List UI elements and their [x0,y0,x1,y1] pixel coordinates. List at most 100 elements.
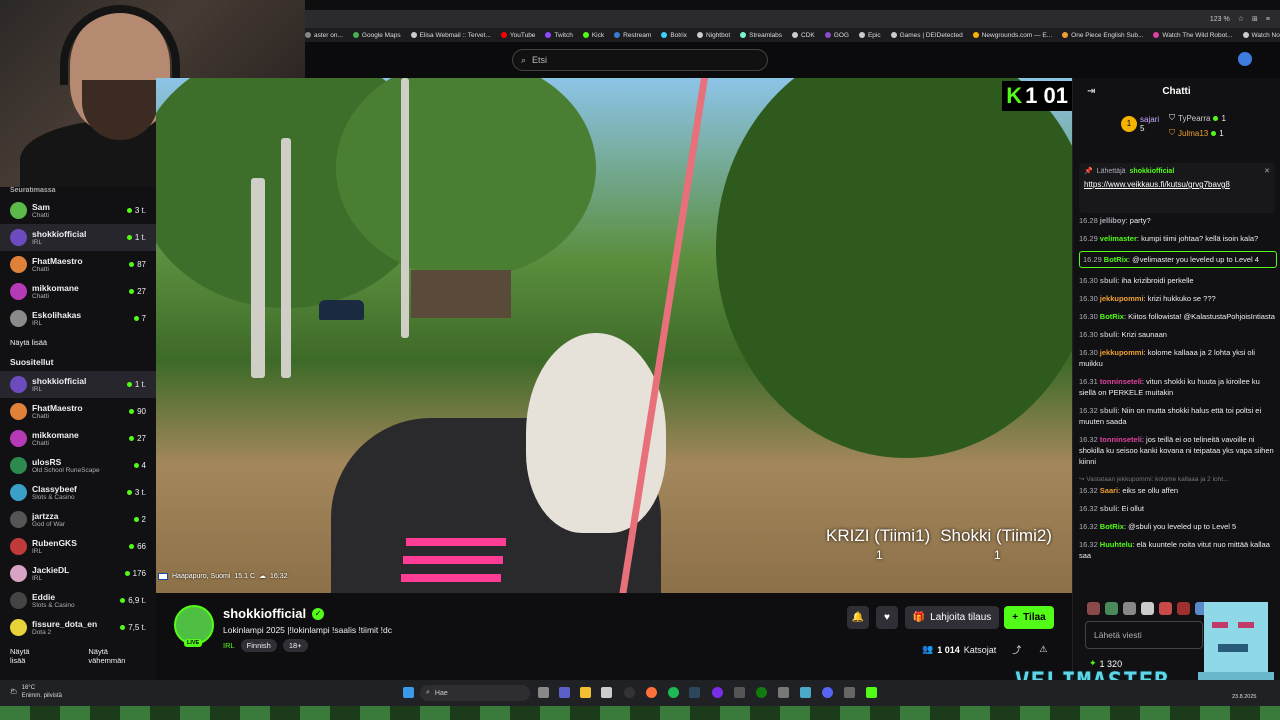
show-more-following[interactable]: Näytä lisää [0,332,156,353]
pinned-user[interactable]: shokkiofficial [1130,168,1175,175]
message-user[interactable]: jekkupommi [1100,348,1144,357]
gift-sub-button[interactable]: 🎁 Lahjoita tilaus [905,606,999,629]
sidebar-channel-item[interactable]: Eskolihakas IRL 7 [0,305,156,332]
chat-message[interactable]: 16.30 sbuli: iha krizibroidi perkelle [1079,275,1277,286]
app-icon[interactable] [712,687,723,698]
sidebar-channel-item[interactable]: jartzza God of War 2 [0,506,156,533]
spotify-icon[interactable] [668,687,679,698]
windows-start-icon[interactable] [403,687,414,698]
sidebar-channel-item[interactable]: FhatMaestro Chatti 90 [0,398,156,425]
chat-message[interactable]: 16.30 BotRix: Kiitos followista! @Kalastu… [1079,311,1277,322]
sidebar-channel-item[interactable]: shokkiofficial IRL 1 t. [0,224,156,251]
app-icon[interactable] [800,687,811,698]
bookmark-item[interactable]: Kick [582,32,604,39]
message-user[interactable]: tonninseteli [1100,435,1142,444]
obs-icon[interactable] [624,687,635,698]
sidebar-channel-item[interactable]: mikkomane Chatti 27 [0,425,156,452]
streamer-name[interactable]: shokkiofficial ✓ [223,606,325,621]
bookmark-item[interactable]: YouTube [500,32,535,39]
steam-icon[interactable] [689,687,700,698]
teams-icon[interactable] [559,687,570,698]
store-icon[interactable] [601,687,612,698]
sidebar-channel-item[interactable]: Eddie Slots & Casino 6,9 t. [0,587,156,614]
bookmark-item[interactable]: Epic [858,32,881,39]
chat-message[interactable]: 16.29 velimaster: kumpi tiimi johtaa? kel… [1079,233,1277,244]
chat-message[interactable]: 16.28 jelliboy: party? [1079,215,1277,226]
message-user[interactable]: sbuli [1100,330,1118,339]
message-user[interactable]: jelliboy [1100,216,1126,225]
share-icon[interactable]: ⤴ [1012,643,1021,656]
message-user[interactable]: sbuli [1100,406,1118,415]
leaderboard-item[interactable]: 1 sajari 5 [1121,115,1159,133]
bookmark-item[interactable]: GOG [824,32,849,39]
bookmark-item[interactable]: One Piece English Sub... [1062,32,1143,39]
message-user[interactable]: Saari [1100,486,1118,495]
show-less-button[interactable]: Näytä vähemmän [78,641,156,671]
collapse-chat-icon[interactable]: ⇥ [1087,86,1095,97]
bookmark-item[interactable]: Elisa Webmail :: Tervet... [410,32,491,39]
notification-button[interactable]: 🔔 [847,606,869,629]
explorer-icon[interactable] [580,687,591,698]
video-player[interactable]: K 1 01 KRIZI (Tiimi1) Shokki (Tiimi2) 1 … [156,78,1072,593]
chat-message[interactable]: 16.29 BotRix: @velimaster you leveled up … [1079,251,1277,268]
sidebar-channel-item[interactable]: JackieDL IRL 176 [0,560,156,587]
chat-message[interactable]: 16.32 tonninseteli: jos teillä ei oo teli… [1079,434,1277,467]
extensions-icon[interactable]: ⊞ [1252,15,1258,23]
message-user[interactable]: velimaster [1100,234,1137,243]
message-user[interactable]: tonninseteli [1100,377,1142,386]
menu-icon[interactable]: ≡ [1266,16,1270,23]
emote-icon[interactable] [1087,602,1100,615]
search-input[interactable]: ⌕ Etsi [512,49,768,71]
sidebar-channel-item[interactable]: RubenGKS IRL 66 [0,533,156,560]
bookmark-item[interactable]: Google Maps [352,32,401,39]
bookmark-item[interactable]: Watch The Wild Robot... [1153,32,1233,39]
message-user[interactable]: BotRix [1100,522,1124,531]
message-user[interactable]: BotRix [1104,255,1128,264]
message-user[interactable]: sbuli [1100,276,1118,285]
sidebar-channel-item[interactable]: FhatMaestro Chatti 87 [0,251,156,278]
pinned-link[interactable]: https://www.veikkaus.fi/kutsu/grvg7bavg8 [1084,179,1270,191]
chat-message[interactable]: 16.32 Saari: eiks se ollu affen [1079,485,1277,496]
emote-icon[interactable] [1159,602,1172,615]
chat-input[interactable]: Lähetä viesti [1085,621,1203,649]
sidebar-channel-item[interactable]: fissure_dota_en Dota 2 7,5 t. [0,614,156,641]
sidebar-channel-item[interactable]: mikkomane Chatti 27 [0,278,156,305]
bookmark-item[interactable]: CDK [792,32,815,39]
message-user[interactable]: jekkupommi [1100,294,1144,303]
tag-mature[interactable]: 18+ [282,639,308,652]
user-avatar[interactable] [1238,52,1252,66]
emote-icon[interactable] [1177,602,1190,615]
bookmark-item[interactable]: Newgrounds.com — E... [972,32,1052,39]
taskbar-search[interactable]: ⌕ Hae [420,685,530,701]
subscribe-button[interactable]: + Tilaa [1004,606,1054,629]
zoom-level[interactable]: 123 % [1210,16,1230,23]
weather-widget[interactable]: 🌥 16°C Enimm. pilvistä [10,684,62,700]
bookmark-item[interactable]: Twitch [545,32,573,39]
bookmark-item[interactable]: Streamlabs [740,32,782,39]
emote-icon[interactable] [1123,602,1136,615]
discord-icon[interactable] [822,687,833,698]
message-user[interactable]: Huuhtelu [1100,540,1133,549]
show-more-recommended[interactable]: Näytä lisää [0,641,56,671]
chat-reply-context[interactable]: ↪ Vastataan jekkupommi: kolome kallaaa j… [1079,474,1277,485]
bookmark-item[interactable]: aster on... [305,32,343,39]
chat-message[interactable]: 16.32 BotRix: @sbuli you leveled up to Le… [1079,521,1277,532]
chat-message[interactable]: 16.30 jekkupommi: kolome kallaaa ja 2 loh… [1079,347,1277,369]
bookmark-item[interactable]: Botrix [661,32,687,39]
bookmark-item[interactable]: Nightbot [696,32,730,39]
emote-icon[interactable] [1141,602,1154,615]
task-view-icon[interactable] [538,687,549,698]
chat-message[interactable]: 16.32 sbuli: Ei ollut [1079,503,1277,514]
sidebar-channel-item[interactable]: ulosRS Old School RuneScape 4 [0,452,156,479]
sidebar-channel-item[interactable]: Classybeef Slots & Casino 3 t. [0,479,156,506]
xbox-icon[interactable] [756,687,767,698]
bookmark-item[interactable]: Games | DEIDetected [890,32,963,39]
emote-icon[interactable] [1105,602,1118,615]
leaderboard-item[interactable]: ⛉ TyPearra 1 [1169,113,1226,123]
app-icon[interactable] [778,687,789,698]
app-icon[interactable] [734,687,745,698]
bookmark-item[interactable]: Watch Novocaine Engl... [1242,32,1280,39]
kick-app-icon[interactable] [866,687,877,698]
chat-message[interactable]: 16.30 sbuli: Krizi saunaan [1079,329,1277,340]
unpin-icon[interactable]: ✕ [1264,167,1270,175]
